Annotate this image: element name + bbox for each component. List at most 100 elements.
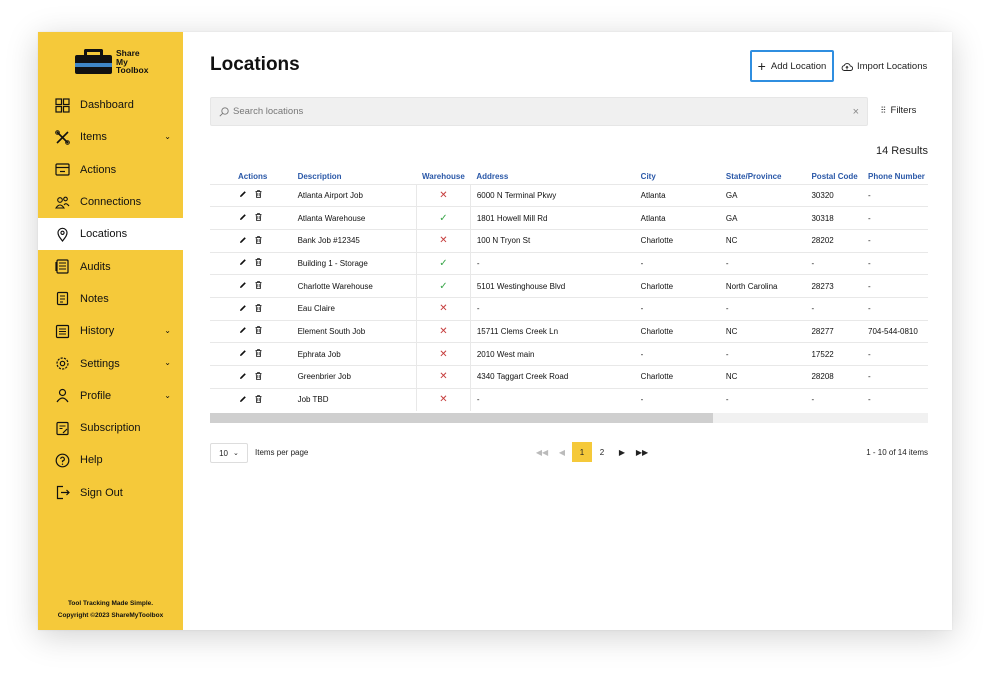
delete-trash-icon[interactable]	[255, 349, 262, 358]
edit-pencil-icon[interactable]	[239, 395, 247, 403]
check-icon: ✓	[439, 280, 448, 292]
edit-pencil-icon[interactable]	[239, 372, 247, 380]
sidebar-item-dashboard[interactable]: Dashboard	[38, 89, 183, 121]
edit-pencil-icon[interactable]	[239, 236, 247, 244]
chevron-down-icon[interactable]: ⌄	[164, 326, 171, 335]
last-page-icon[interactable]: ▶▶	[632, 442, 652, 462]
warehouse-cell: ✕	[415, 365, 471, 389]
history-icon	[55, 324, 70, 339]
add-location-button[interactable]: + Add Location	[750, 50, 834, 82]
search-input[interactable]	[233, 106, 853, 117]
state-cell: -	[725, 296, 812, 321]
postal-code-cell: 28277	[811, 319, 868, 343]
table-row[interactable]: Charlotte Warehouse ✓ 5101 Westinghouse Bl…	[210, 274, 928, 298]
edit-pencil-icon[interactable]	[239, 190, 247, 198]
sidebar-item-subscription[interactable]: Subscription	[38, 412, 183, 444]
clear-search-icon[interactable]: ×	[853, 106, 859, 118]
table-row[interactable]: Atlanta Warehouse ✓ 1801 Howell Mill Rd Atl…	[210, 206, 928, 230]
phone-number-cell: -	[868, 342, 928, 366]
table-row[interactable]: Atlanta Airport Job ✕ 6000 N Terminal Pkwy…	[210, 183, 928, 207]
column-header-city[interactable]: City	[641, 170, 726, 184]
column-header-postal-code[interactable]: Postal Code	[811, 170, 868, 184]
description-cell: Charlotte Warehouse	[297, 274, 417, 298]
sidebar-item-actions[interactable]: Actions	[38, 154, 183, 186]
chevron-down-icon[interactable]: ⌄	[164, 358, 171, 367]
sidebar-item-history[interactable]: History ⌄	[38, 315, 183, 347]
chevron-down-icon[interactable]: ⌄	[164, 132, 171, 141]
phone-number-cell: -	[868, 365, 928, 389]
state-cell: -	[725, 251, 812, 275]
city-cell: Atlanta	[640, 206, 726, 230]
next-page-icon[interactable]: ▶	[612, 442, 632, 462]
chevron-down-icon[interactable]: ⌄	[164, 391, 171, 400]
description-cell: Eau Claire	[297, 296, 417, 321]
sidebar-item-help[interactable]: Help	[38, 444, 183, 476]
column-header-warehouse[interactable]: Warehouse	[416, 170, 470, 184]
actions-cell	[210, 387, 298, 411]
actions-cell	[210, 183, 298, 207]
brand-logo[interactable]: Share My Toolbox	[75, 49, 148, 75]
table-row[interactable]: Bank Job #12345 ✕ 100 N Tryon St Charlotte N…	[210, 228, 928, 253]
edit-pencil-icon[interactable]	[239, 326, 247, 334]
table-row[interactable]: Element South Job ✕ 15711 Clems Creek Ln Ch…	[210, 319, 928, 343]
table-row[interactable]: Building 1 - Storage ✓ - - - - -	[210, 251, 928, 275]
previous-page-icon[interactable]: ◀	[552, 442, 572, 462]
delete-trash-icon[interactable]	[255, 281, 262, 289]
description-cell: Job TBD	[297, 387, 417, 411]
column-header-phone-number[interactable]: Phone Number	[868, 170, 928, 184]
audits-icon	[55, 259, 70, 274]
sidebar-item-profile[interactable]: Profile ⌄	[38, 380, 183, 412]
column-header-address[interactable]: Address	[470, 170, 640, 184]
locations-table-container: Actions Description Warehouse Address Ci…	[210, 170, 928, 415]
column-header-actions[interactable]: Actions	[210, 170, 298, 184]
delete-trash-icon[interactable]	[255, 372, 262, 380]
delete-trash-icon[interactable]	[255, 326, 262, 335]
page-button-1[interactable]: 1	[572, 442, 592, 462]
edit-pencil-icon[interactable]	[239, 258, 247, 266]
edit-pencil-icon[interactable]	[239, 304, 247, 312]
city-cell: -	[640, 296, 726, 321]
cross-icon: ✕	[439, 325, 448, 337]
sidebar-item-locations[interactable]: Locations	[38, 218, 183, 251]
delete-trash-icon[interactable]	[255, 258, 262, 267]
delete-trash-icon[interactable]	[255, 213, 262, 221]
cross-icon: ✕	[439, 371, 448, 383]
edit-pencil-icon[interactable]	[239, 213, 247, 221]
page-button-2[interactable]: 2	[592, 442, 612, 462]
edit-pencil-icon[interactable]	[239, 281, 247, 289]
sidebar-item-sign-out[interactable]: Sign Out	[38, 477, 183, 509]
sidebar-item-audits[interactable]: Audits	[38, 250, 183, 282]
page-size-select[interactable]: 10 ⌄	[210, 443, 248, 463]
state-cell: GA	[725, 206, 812, 230]
table-row[interactable]: Greenbrier Job ✕ 4340 Taggart Creek Road Ch…	[210, 365, 928, 389]
table-row[interactable]: Ephrata Job ✕ 2010 West main - -17522-	[210, 342, 928, 366]
address-cell: 4340 Taggart Creek Road	[470, 365, 641, 389]
actions-cell	[210, 365, 298, 389]
column-header-state[interactable]: State/Province	[726, 170, 812, 184]
cross-icon: ✕	[439, 348, 448, 360]
delete-trash-icon[interactable]	[255, 303, 262, 312]
column-header-description[interactable]: Description	[298, 170, 417, 184]
check-icon: ✓	[439, 257, 448, 269]
delete-trash-icon[interactable]	[255, 235, 262, 244]
scrollbar-thumb[interactable]	[210, 413, 713, 423]
first-page-icon[interactable]: ◀◀	[532, 442, 552, 462]
horizontal-scrollbar[interactable]	[210, 413, 928, 423]
import-locations-button[interactable]: Import Locations	[841, 61, 927, 72]
sidebar-item-notes[interactable]: Notes	[38, 283, 183, 315]
table-row[interactable]: Job TBD ✕ - - - - -	[210, 387, 928, 411]
gear-icon	[55, 356, 70, 371]
delete-trash-icon[interactable]	[255, 190, 262, 199]
sidebar-item-settings[interactable]: Settings ⌄	[38, 347, 183, 379]
postal-code-cell: -	[811, 387, 868, 411]
sidebar-item-items[interactable]: Items ⌄	[38, 121, 183, 153]
warehouse-cell: ✓	[415, 251, 471, 275]
edit-pencil-icon[interactable]	[239, 349, 247, 357]
filters-button[interactable]: ⫶⫶ Filters	[881, 105, 916, 116]
actions-cell	[210, 228, 298, 253]
actions-cell	[210, 296, 298, 321]
postal-code-cell: -	[811, 296, 868, 321]
sidebar-item-connections[interactable]: Connections	[38, 186, 183, 218]
table-row[interactable]: Eau Claire ✕ - - - - -	[210, 296, 928, 321]
delete-trash-icon[interactable]	[255, 394, 262, 403]
